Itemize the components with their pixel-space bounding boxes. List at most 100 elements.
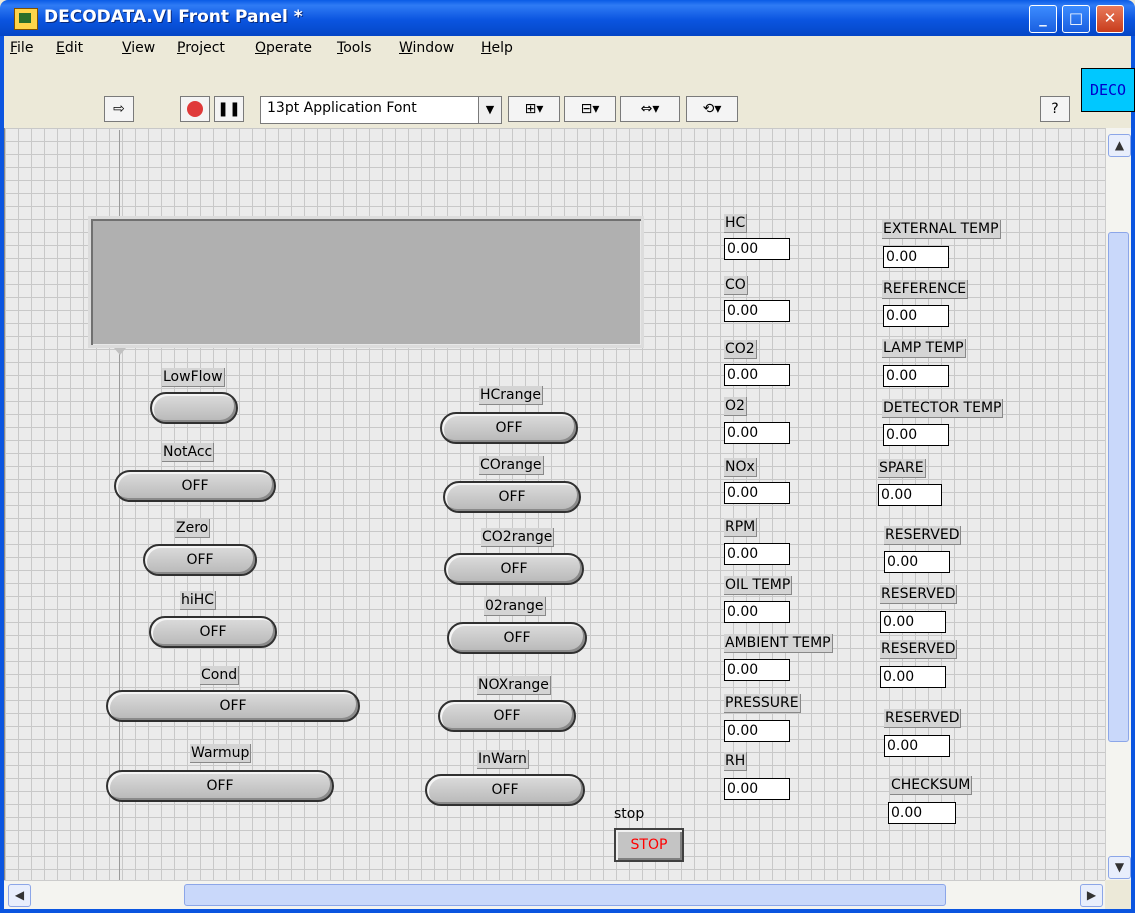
- label-reserved-3: RESERVED: [880, 640, 958, 659]
- chevron-down-icon[interactable]: ▼: [478, 97, 501, 123]
- numeric-checksum[interactable]: 0.00: [888, 802, 956, 824]
- numeric-external-temp[interactable]: 0.00: [883, 246, 949, 268]
- label-oil-temp: OIL TEMP: [724, 576, 793, 595]
- led-corange[interactable]: OFF: [443, 481, 581, 513]
- label-spare: SPARE: [878, 459, 926, 478]
- toolbar: ⇨ ❚❚ 13pt Application Font ▼ ⊞▾ ⊟▾ ⇔▾ ⟲▾…: [0, 62, 1135, 128]
- label-lowflow: LowFlow: [162, 368, 225, 387]
- horizontal-scroll-thumb[interactable]: [184, 884, 946, 906]
- label-stop: stop: [614, 806, 645, 822]
- font-selector[interactable]: 13pt Application Font ▼: [260, 96, 502, 124]
- led-co2range[interactable]: OFF: [444, 553, 584, 585]
- scroll-right-icon[interactable]: ▶: [1080, 884, 1103, 907]
- label-hcrange: HCrange: [479, 386, 544, 405]
- close-button[interactable]: ✕: [1096, 5, 1124, 33]
- label-hihc: hiHC: [180, 591, 217, 610]
- align-objects-icon[interactable]: ⊞▾: [508, 96, 560, 122]
- numeric-detector-temp[interactable]: 0.00: [883, 424, 949, 446]
- menu-bar: File Edit View Project Operate Tools Win…: [0, 36, 1135, 62]
- numeric-co[interactable]: 0.00: [724, 300, 790, 322]
- scroll-up-icon[interactable]: ▲: [1108, 134, 1131, 157]
- numeric-pressure[interactable]: 0.00: [724, 720, 790, 742]
- numeric-co2[interactable]: 0.00: [724, 364, 790, 386]
- horizontal-scrollbar[interactable]: ◀ ▶: [4, 880, 1105, 910]
- led-hihc[interactable]: OFF: [149, 616, 277, 648]
- title-bar: DECODATA.VI Front Panel * _ □ ✕: [0, 0, 1135, 36]
- led-warmup[interactable]: OFF: [106, 770, 334, 802]
- vertical-scroll-thumb[interactable]: [1108, 232, 1129, 742]
- numeric-o2[interactable]: 0.00: [724, 422, 790, 444]
- label-reserved-1: RESERVED: [884, 526, 962, 545]
- menu-window[interactable]: Window: [399, 40, 454, 56]
- numeric-rh[interactable]: 0.00: [724, 778, 790, 800]
- menu-tools[interactable]: Tools: [337, 40, 372, 56]
- led-zero[interactable]: OFF: [143, 544, 257, 576]
- numeric-spare[interactable]: 0.00: [878, 484, 942, 506]
- pause-icon[interactable]: ❚❚: [214, 96, 244, 122]
- label-notacc: NotAcc: [162, 443, 215, 462]
- numeric-ambient-temp[interactable]: 0.00: [724, 659, 790, 681]
- distribute-objects-icon[interactable]: ⊟▾: [564, 96, 616, 122]
- run-arrow-icon[interactable]: ⇨: [104, 96, 134, 122]
- label-cond: Cond: [200, 666, 240, 685]
- window-title: DECODATA.VI Front Panel *: [44, 7, 303, 27]
- scroll-down-icon[interactable]: ▼: [1108, 856, 1131, 879]
- led-02range[interactable]: OFF: [447, 622, 587, 654]
- numeric-rpm[interactable]: 0.00: [724, 543, 790, 565]
- label-rpm: RPM: [724, 518, 758, 537]
- label-02range: 02range: [484, 597, 546, 616]
- numeric-reserved-1[interactable]: 0.00: [884, 551, 950, 573]
- numeric-lamp-temp[interactable]: 0.00: [883, 365, 949, 387]
- label-rh: RH: [724, 752, 748, 771]
- scroll-left-icon[interactable]: ◀: [8, 884, 31, 907]
- numeric-reference[interactable]: 0.00: [883, 305, 949, 327]
- led-inwarn[interactable]: OFF: [425, 774, 585, 806]
- label-lamp-temp: LAMP TEMP: [882, 339, 966, 358]
- menu-edit[interactable]: Edit: [56, 40, 83, 56]
- led-hcrange[interactable]: OFF: [440, 412, 578, 444]
- label-reserved-2: RESERVED: [880, 585, 958, 604]
- resize-objects-icon[interactable]: ⇔▾: [620, 96, 680, 122]
- label-checksum: CHECKSUM: [890, 776, 973, 795]
- numeric-nox[interactable]: 0.00: [724, 482, 790, 504]
- menu-operate[interactable]: Operate: [255, 40, 312, 56]
- maximize-button[interactable]: □: [1062, 5, 1090, 33]
- labview-vi-icon: [14, 8, 38, 30]
- label-warmup: Warmup: [190, 744, 252, 763]
- label-inwarn: InWarn: [477, 750, 529, 769]
- led-noxrange[interactable]: OFF: [438, 700, 576, 732]
- led-cond[interactable]: OFF: [106, 690, 360, 722]
- menu-view[interactable]: View: [122, 40, 155, 56]
- window-border-left: [0, 128, 4, 909]
- label-ambient-temp: AMBIENT TEMP: [724, 634, 833, 653]
- vertical-scrollbar[interactable]: ▲ ▼: [1105, 128, 1132, 880]
- reorder-icon[interactable]: ⟲▾: [686, 96, 738, 122]
- numeric-reserved-2[interactable]: 0.00: [880, 611, 946, 633]
- window-border-right: [1131, 128, 1135, 909]
- led-notacc[interactable]: OFF: [114, 470, 276, 502]
- menu-project[interactable]: Project: [177, 40, 225, 56]
- label-external-temp: EXTERNAL TEMP: [882, 220, 1001, 239]
- menu-help[interactable]: Help: [481, 40, 513, 56]
- label-o2: O2: [724, 397, 747, 416]
- label-pressure: PRESSURE: [724, 694, 801, 713]
- help-icon[interactable]: ?: [1040, 96, 1070, 122]
- numeric-oil-temp[interactable]: 0.00: [724, 601, 790, 623]
- abort-icon[interactable]: [180, 96, 210, 122]
- label-nox: NOx: [724, 458, 757, 477]
- label-zero: Zero: [175, 519, 211, 538]
- label-co2range: CO2range: [481, 528, 555, 547]
- vi-icon-deco: DECO: [1081, 68, 1135, 112]
- display-pointer-icon: [114, 348, 126, 355]
- label-co2: CO2: [724, 340, 757, 359]
- minimize-button[interactable]: _: [1029, 5, 1057, 33]
- menu-file[interactable]: File: [10, 40, 33, 56]
- numeric-reserved-4[interactable]: 0.00: [884, 735, 950, 757]
- label-corange: COrange: [479, 456, 544, 475]
- led-lowflow[interactable]: [150, 392, 238, 424]
- stop-button[interactable]: STOP: [614, 828, 684, 862]
- numeric-reserved-3[interactable]: 0.00: [880, 666, 946, 688]
- label-co: CO: [724, 276, 748, 295]
- numeric-hc[interactable]: 0.00: [724, 238, 790, 260]
- label-detector-temp: DETECTOR TEMP: [882, 399, 1004, 418]
